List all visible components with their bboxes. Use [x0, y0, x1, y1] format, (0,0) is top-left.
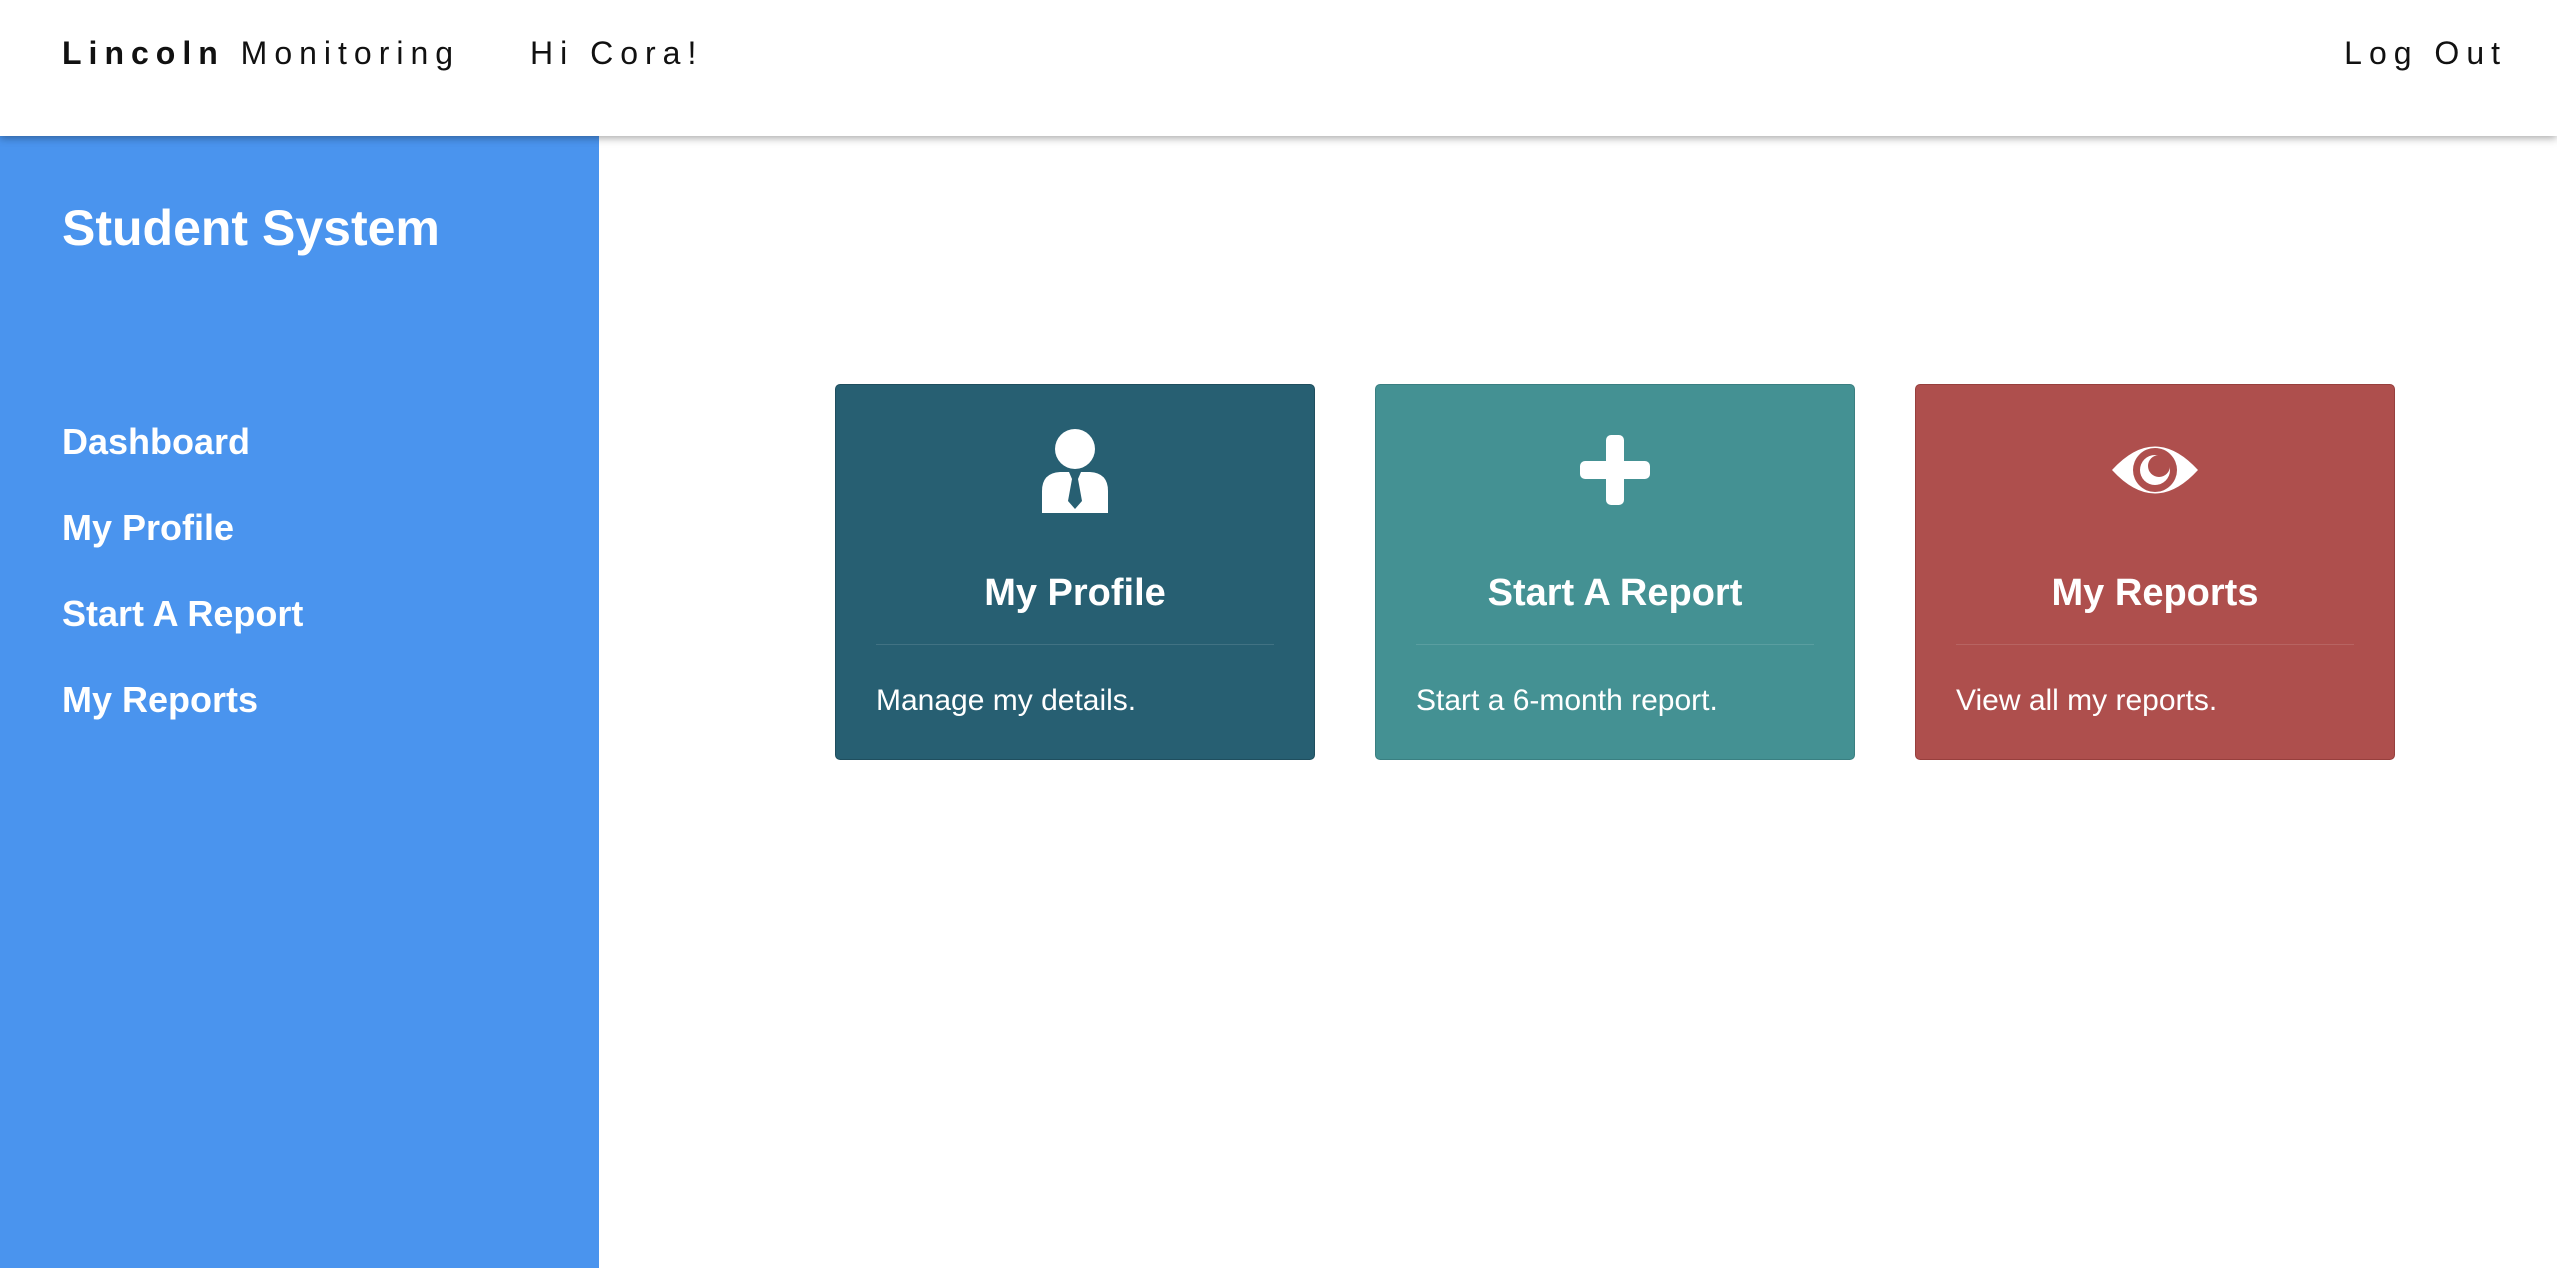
sidebar-item-start-a-report[interactable]: Start A Report — [62, 592, 303, 678]
card-title: My Profile — [984, 572, 1166, 614]
sidebar-title: Student System — [62, 200, 440, 256]
brand-name-bold: Lincoln — [62, 35, 225, 71]
sidebar-item-my-profile[interactable]: My Profile — [62, 506, 303, 592]
top-navbar: Lincoln Monitoring Hi Cora! Log Out — [0, 0, 2557, 136]
sidebar-nav: Dashboard My Profile Start A Report My R… — [62, 420, 303, 764]
user-greeting: Hi Cora! — [530, 35, 704, 71]
user-tie-icon — [1042, 429, 1108, 513]
card-divider — [1956, 644, 2354, 645]
card-description: View all my reports. — [1956, 684, 2218, 717]
brand-logo[interactable]: Lincoln Monitoring — [62, 32, 460, 74]
card-divider — [876, 644, 1274, 645]
logout-link[interactable]: Log Out — [2344, 32, 2507, 74]
card-description: Manage my details. — [876, 684, 1137, 717]
start-a-report-card[interactable]: Start A Report Start a 6-month report. — [1375, 384, 1855, 760]
card-title: Start A Report — [1487, 572, 1743, 614]
brand-name-rest: Monitoring — [240, 35, 461, 71]
card-divider — [1416, 644, 1814, 645]
my-profile-card[interactable]: My Profile Manage my details. — [835, 384, 1315, 760]
eye-icon — [2112, 446, 2198, 494]
sidebar-item-dashboard[interactable]: Dashboard — [62, 420, 303, 506]
sidebar: Student System Dashboard My Profile Star… — [0, 136, 599, 1268]
card-description: Start a 6-month report. — [1416, 684, 1718, 717]
sidebar-item-my-reports[interactable]: My Reports — [62, 678, 303, 764]
my-reports-card[interactable]: My Reports View all my reports. — [1915, 384, 2395, 760]
card-title: My Reports — [2051, 572, 2259, 614]
plus-icon — [1580, 435, 1650, 505]
